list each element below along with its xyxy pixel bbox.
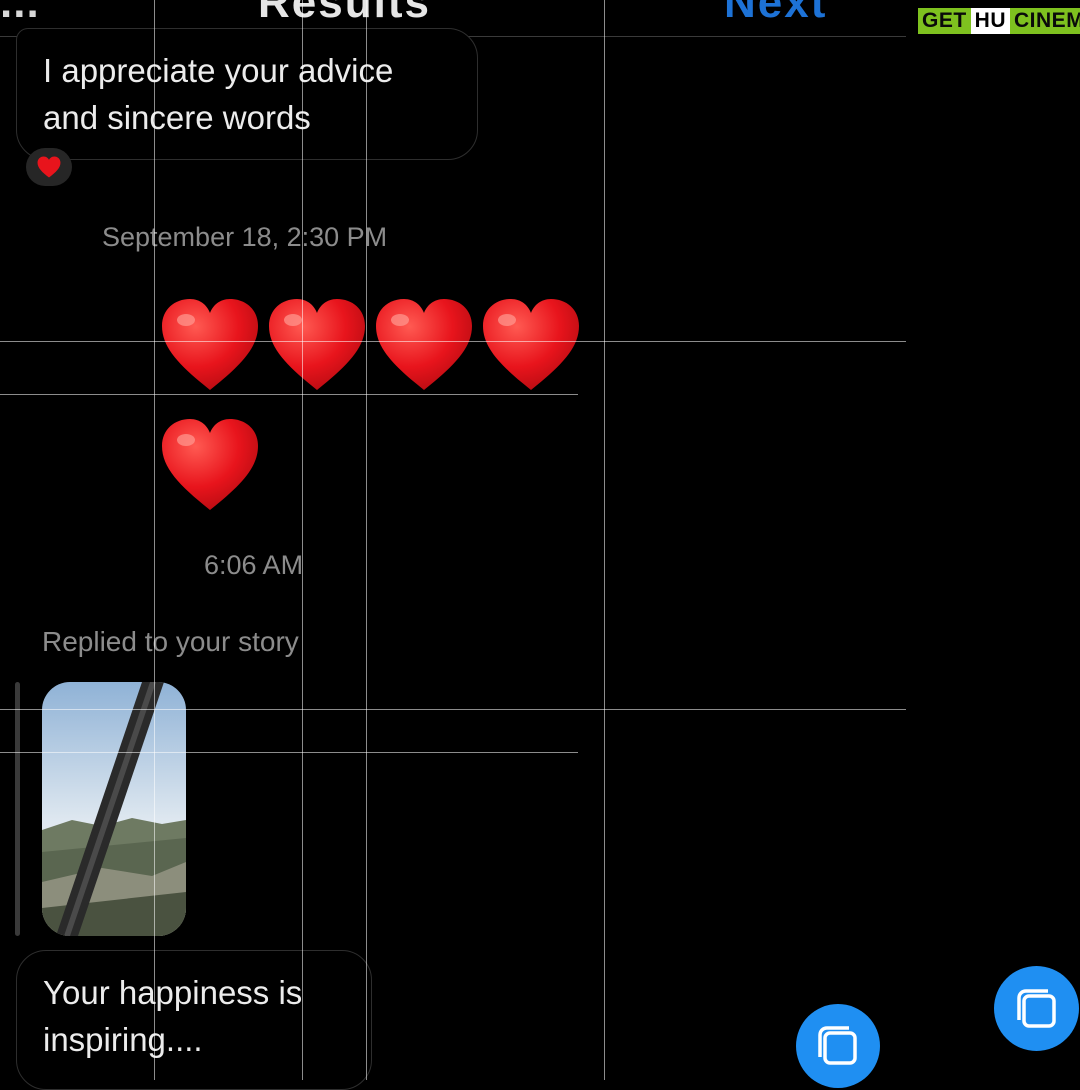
- copy-icon: [818, 1026, 857, 1065]
- message-text-line: I appreciate your advice: [43, 52, 394, 89]
- guide-line: [0, 341, 906, 342]
- copy-button[interactable]: [994, 966, 1079, 1051]
- guide-line: [604, 0, 605, 1080]
- message-bubble[interactable]: Your happiness is inspiring....: [16, 950, 372, 1090]
- timestamp: September 18, 2:30 PM: [102, 222, 388, 252]
- story-reply-label: Replied to your story: [42, 626, 299, 657]
- watermark-part-3: CINEMA: [1010, 8, 1080, 34]
- red-heart-icon: [37, 156, 61, 178]
- next-button[interactable]: Next: [724, 0, 827, 28]
- guide-line: [154, 0, 155, 1080]
- story-thumbnail[interactable]: [42, 682, 186, 936]
- guide-line: [302, 0, 303, 1080]
- reaction-badge[interactable]: [26, 148, 72, 186]
- watermark-part-1: GET: [918, 8, 971, 34]
- back-label[interactable]: ...: [0, 0, 40, 28]
- reply-indicator-bar: [15, 682, 20, 936]
- red-heart-icon: [376, 299, 472, 390]
- timestamp: 6:06 AM: [204, 550, 304, 580]
- guide-line: [0, 709, 906, 710]
- red-heart-icon: [162, 419, 258, 510]
- header-title: Results: [258, 0, 431, 27]
- message-text-line: inspiring....: [43, 1021, 203, 1058]
- guide-line: [366, 0, 367, 1080]
- message-bubble[interactable]: I appreciate your advice and sincere wor…: [16, 28, 478, 160]
- message-text-line: Your happiness is: [43, 974, 303, 1011]
- story-image: [42, 682, 186, 936]
- message-text-line: and sincere words: [43, 99, 311, 136]
- copy-button[interactable]: [796, 1004, 880, 1088]
- red-heart-icon: [483, 299, 579, 390]
- guide-line: [0, 394, 578, 395]
- watermark-part-2: HU: [970, 8, 1011, 34]
- red-heart-icon: [162, 299, 258, 390]
- red-heart-icon: [269, 299, 365, 390]
- copy-icon: [1016, 988, 1056, 1028]
- watermark-logo: GET HU CINEMA: [918, 8, 1080, 34]
- guide-line: [0, 752, 578, 753]
